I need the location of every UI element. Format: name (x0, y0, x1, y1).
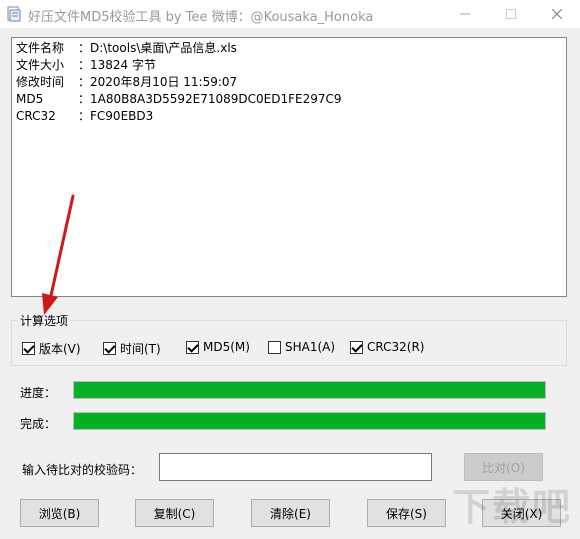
info-label: 文件大小 (16, 58, 65, 72)
option-sha1-checkbox[interactable]: SHA1(A) (268, 340, 335, 354)
checkbox-label: 时间(T) (120, 342, 161, 356)
info-value: D:\tools\桌面\产品信息.xls (90, 41, 237, 55)
watermark-text: 下载吧 (452, 485, 573, 529)
minimize-button[interactable] (442, 0, 488, 28)
compare-code-input[interactable] (159, 453, 432, 481)
checkbox-box[interactable] (350, 340, 363, 354)
clear-button[interactable]: 清除(E) (251, 499, 330, 527)
checkbox-box[interactable] (268, 340, 281, 354)
app-icon (7, 6, 21, 22)
info-value: 13824 字节 (90, 58, 157, 72)
browse-button[interactable]: 浏览(B) (20, 499, 99, 527)
info-sep: ： (78, 58, 91, 72)
info-label: MD5 (16, 92, 44, 106)
option-time-checkbox[interactable]: 时间(T) (103, 340, 161, 357)
info-line-filename: 文件名称 ：D:\tools\桌面\产品信息.xls (16, 40, 562, 57)
progress-label: 进度： (20, 386, 57, 400)
info-label: 文件名称 (16, 41, 65, 55)
option-md5-checkbox[interactable]: MD5(M) (186, 340, 250, 354)
info-sep: ： (78, 109, 91, 123)
info-sep: ： (78, 41, 91, 55)
info-sep: ： (78, 75, 91, 89)
progress-bar-fill (74, 382, 545, 398)
maximize-icon (506, 9, 516, 19)
info-value: 2020年8月10日 11:59:07 (90, 75, 238, 89)
result-output-box[interactable]: 文件名称 ：D:\tools\桌面\产品信息.xls 文件大小 ：13824 字节 … (11, 37, 567, 297)
info-label: 修改时间 (16, 75, 65, 89)
close-icon (552, 9, 562, 19)
options-group-title: 计算选项 (18, 312, 71, 329)
info-line-modified: 修改时间 ：2020年8月10日 11:59:07 (16, 74, 562, 91)
info-line-filesize: 文件大小 ：13824 字节 (16, 57, 562, 74)
minimize-icon (460, 13, 470, 15)
checkbox-box[interactable] (103, 342, 116, 355)
option-crc32-checkbox[interactable]: CRC32(R) (350, 340, 424, 354)
info-line-crc32: CRC32 ：FC90EBD3 (16, 108, 562, 125)
info-label: CRC32 (16, 109, 56, 123)
maximize-button[interactable] (488, 0, 534, 28)
save-button[interactable]: 保存(S) (367, 499, 446, 527)
info-sep: ： (78, 92, 91, 106)
title-bar[interactable]: 好压文件MD5校验工具 by Tee 微博：@Kousaka_Honoka (0, 0, 580, 28)
complete-label: 完成： (20, 417, 57, 431)
compare-label: 输入待比对的校验码： (22, 463, 143, 477)
option-version-checkbox[interactable]: 版本(V) (22, 340, 81, 357)
copy-button[interactable]: 复制(C) (135, 499, 214, 527)
complete-bar (73, 412, 546, 430)
checkbox-label: SHA1(A) (285, 340, 336, 354)
info-value: FC90EBD3 (90, 109, 154, 123)
info-value: 1A80B8A3D5592E71089DC0ED1FE297C9 (90, 92, 342, 106)
info-line-md5: MD5 ：1A80B8A3D5592E71089DC0ED1FE297C9 (16, 91, 562, 108)
checkbox-box[interactable] (186, 340, 199, 354)
window-title: 好压文件MD5校验工具 by Tee 微博：@Kousaka_Honoka (28, 10, 374, 25)
progress-bar (73, 381, 546, 399)
checkbox-label: MD5(M) (203, 340, 250, 354)
checkbox-label: 版本(V) (39, 342, 81, 356)
checkbox-box[interactable] (22, 342, 35, 355)
checkbox-label: CRC32(R) (367, 340, 425, 354)
complete-bar-fill (74, 413, 545, 429)
close-window-button[interactable] (534, 0, 580, 28)
